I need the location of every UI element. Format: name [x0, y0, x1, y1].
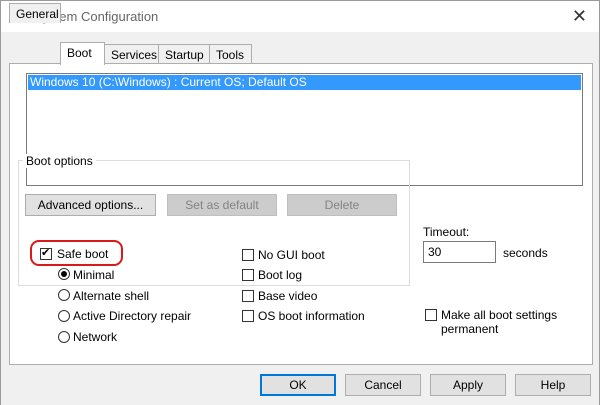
- radio-minimal-label: Minimal: [73, 268, 115, 282]
- boot-options-label: Boot options: [23, 154, 96, 168]
- close-icon[interactable]: ✕: [572, 6, 587, 27]
- title-bar: System Configuration ✕: [1, 1, 599, 32]
- tab-startup[interactable]: Startup: [158, 44, 210, 64]
- base-video-checkbox[interactable]: [242, 290, 254, 302]
- timeout-label: Timeout:: [423, 225, 470, 239]
- system-configuration-window: System Configuration ✕ General Boot Serv…: [0, 0, 600, 405]
- make-permanent-label-line1: Make all boot settings: [441, 308, 558, 322]
- no-gui-boot-label: No GUI boot: [258, 248, 325, 262]
- boot-log-checkbox[interactable]: [242, 269, 254, 281]
- radio-alternate-shell[interactable]: [58, 289, 70, 301]
- tab-services[interactable]: Services: [104, 44, 159, 64]
- tab-boot[interactable]: Boot: [60, 42, 105, 65]
- boot-log-label: Boot log: [258, 268, 303, 282]
- timeout-input[interactable]: [423, 241, 496, 263]
- make-permanent-label-line2: permanent: [441, 322, 499, 336]
- radio-network-label: Network: [73, 330, 118, 344]
- annotation-highlight: [30, 240, 123, 266]
- dialog-footer: OK Cancel Apply Help: [1, 365, 599, 405]
- cancel-button[interactable]: Cancel: [345, 374, 421, 396]
- apply-button[interactable]: Apply: [430, 374, 506, 396]
- os-boot-information-checkbox[interactable]: [242, 310, 254, 322]
- radio-network[interactable]: [58, 331, 70, 343]
- radio-alternate-shell-label: Alternate shell: [73, 289, 150, 303]
- tab-tools[interactable]: Tools: [209, 44, 252, 64]
- no-gui-boot-checkbox[interactable]: [242, 249, 254, 261]
- tab-general[interactable]: General: [9, 3, 61, 23]
- timeout-unit-label: seconds: [503, 246, 548, 260]
- base-video-label: Base video: [258, 289, 318, 303]
- radio-minimal[interactable]: [58, 268, 70, 280]
- radio-active-directory-repair-label: Active Directory repair: [73, 309, 192, 323]
- radio-active-directory-repair[interactable]: [58, 310, 70, 322]
- make-permanent-checkbox[interactable]: [425, 309, 437, 321]
- os-boot-information-label: OS boot information: [258, 309, 365, 323]
- help-button[interactable]: Help: [515, 374, 591, 396]
- os-list-item[interactable]: Windows 10 (C:\Windows) : Current OS; De…: [28, 75, 581, 90]
- ok-button[interactable]: OK: [260, 374, 336, 396]
